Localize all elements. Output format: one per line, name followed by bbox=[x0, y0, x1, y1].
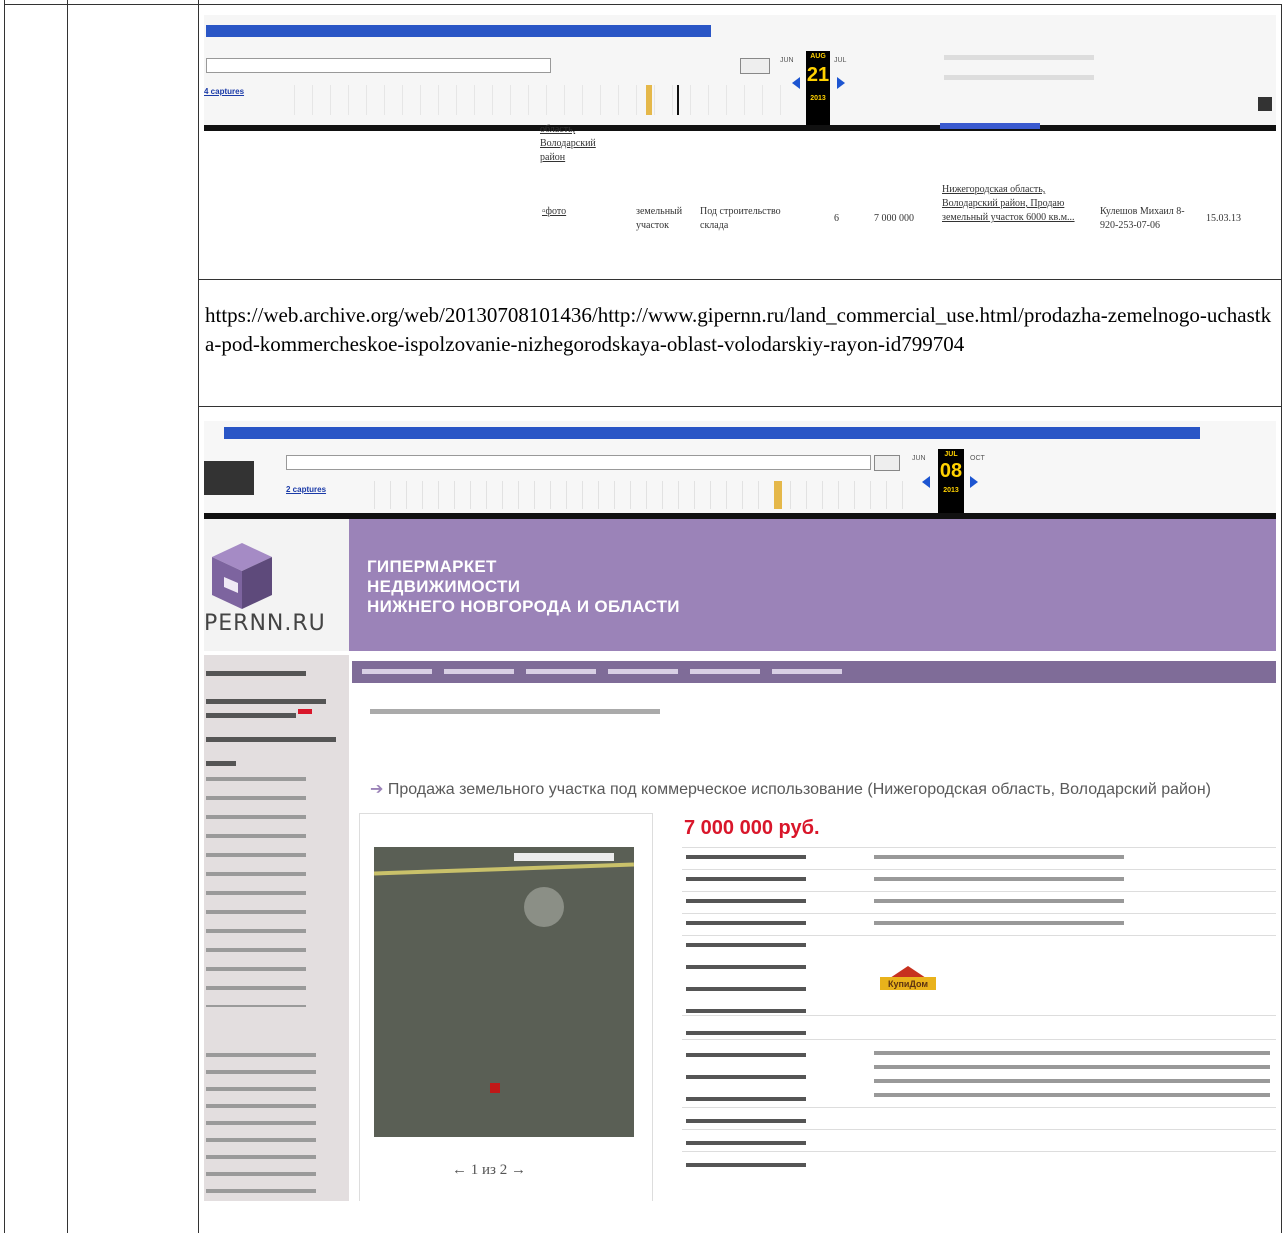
wayback-toolbar: 4 captures JUN JUL AUG 21 2013 bbox=[204, 15, 1276, 131]
wayback-toolbar: 2 captures JUN OCT JUL 08 2013 bbox=[204, 421, 1276, 519]
selected-url-highlight bbox=[224, 427, 1200, 439]
archive-screenshot-2: 2 captures JUN OCT JUL 08 2013 PERNN.RU … bbox=[204, 421, 1276, 1201]
listing-fragment-location[interactable]: область, Володарский район bbox=[540, 123, 620, 165]
row-separator bbox=[198, 279, 1282, 280]
timeline-capture-marker bbox=[646, 85, 652, 115]
close-toolbar-icon[interactable] bbox=[1258, 97, 1272, 111]
heading-text: Продажа земельного участка под коммерчес… bbox=[387, 781, 1211, 798]
banner-line-3: НИЖНЕГО НОВГОРОДА И ОБЛАСТИ bbox=[367, 597, 680, 616]
cal-year: 2013 bbox=[810, 95, 826, 102]
listing-purpose: Под строительство склада bbox=[700, 206, 781, 231]
map-road bbox=[374, 862, 634, 876]
cal-year: 2013 bbox=[943, 487, 959, 494]
heading-arrow-icon: ➔ bbox=[370, 781, 384, 798]
go-button[interactable] bbox=[874, 455, 900, 471]
listing-price: 7 000 000 bbox=[874, 213, 914, 224]
banner-title: ГИПЕРМАРКЕТ НЕДВИЖИМОСТИ НИЖНЕГО НОВГОРО… bbox=[367, 557, 680, 617]
logo-text: PERNN.RU bbox=[204, 611, 326, 636]
calendar-current-day: JUL 08 2013 bbox=[938, 449, 964, 513]
cal-current-month: AUG bbox=[810, 53, 826, 60]
banner-line-2: НЕДВИЖИМОСТИ bbox=[367, 577, 521, 596]
archive-screenshot-1: 4 captures JUN JUL AUG 21 2013 область, … bbox=[204, 15, 1276, 267]
prev-capture-arrow-icon[interactable] bbox=[792, 77, 800, 89]
sidebar-item[interactable] bbox=[206, 761, 236, 766]
cal-current-month: JUL bbox=[944, 451, 958, 458]
cube-logo-icon bbox=[212, 543, 272, 609]
table-right-border bbox=[1281, 4, 1282, 1233]
seller-logo[interactable]: КупиДом bbox=[874, 964, 942, 994]
site-logo[interactable]: PERNN.RU bbox=[204, 519, 349, 651]
sidebar-item[interactable] bbox=[206, 671, 306, 676]
satellite-map-image[interactable] bbox=[374, 847, 634, 1137]
photo-pager[interactable]: ← 1 из 2 → bbox=[452, 1162, 526, 1179]
selected-url-highlight bbox=[206, 25, 711, 37]
listing-contact: Кулешов Михаил 8-920-253-07-06 bbox=[1100, 206, 1185, 231]
listing-heading: ➔ Продажа земельного участка под коммерч… bbox=[370, 779, 1211, 799]
cal-day-number: 08 bbox=[939, 460, 963, 482]
sidebar-item[interactable] bbox=[206, 713, 296, 718]
cal-next-month[interactable]: OCT bbox=[970, 455, 985, 462]
listing-type: земельный участок bbox=[636, 206, 683, 231]
calendar-current-day: AUG 21 2013 bbox=[806, 51, 830, 125]
next-capture-arrow-icon[interactable] bbox=[837, 77, 845, 89]
details-labels bbox=[686, 847, 806, 1177]
archive-url-text: https://web.archive.org/web/201307081014… bbox=[205, 303, 1272, 356]
capture-timeline[interactable] bbox=[374, 481, 914, 509]
cal-next-month[interactable]: JUL bbox=[834, 57, 846, 64]
wayback-logo[interactable] bbox=[204, 461, 254, 495]
sidebar-subitems[interactable] bbox=[206, 777, 306, 1007]
breadcrumb[interactable] bbox=[370, 709, 660, 714]
details-values bbox=[874, 847, 1124, 937]
map-feature bbox=[524, 887, 564, 927]
map-plot-marker bbox=[490, 1083, 500, 1093]
fragment-link-underline bbox=[940, 123, 1040, 129]
captures-link[interactable]: 2 captures bbox=[286, 485, 326, 494]
banner-line-1: ГИПЕРМАРКЕТ bbox=[367, 557, 497, 576]
listing-photo-link[interactable]: ▫фото bbox=[542, 205, 612, 219]
cal-prev-month[interactable]: JUN bbox=[780, 57, 794, 64]
table-col-border-3 bbox=[198, 0, 199, 1233]
toolbar-faded-text bbox=[944, 75, 1094, 80]
listing-area: 6 bbox=[834, 213, 839, 224]
table-col-border-2 bbox=[67, 0, 68, 1233]
new-badge bbox=[298, 709, 312, 714]
sidebar-item[interactable] bbox=[206, 699, 326, 704]
wayback-url-field[interactable] bbox=[206, 58, 551, 73]
wayback-url-field[interactable] bbox=[286, 455, 871, 470]
details-description bbox=[874, 1043, 1270, 1099]
site-header-banner: ГИПЕРМАРКЕТ НЕДВИЖИМОСТИ НИЖНЕГО НОВГОРО… bbox=[349, 519, 1276, 651]
capture-timeline[interactable] bbox=[294, 85, 784, 115]
cal-prev-month[interactable]: JUN bbox=[912, 455, 926, 462]
table-col-border-1 bbox=[4, 0, 5, 1233]
go-button[interactable] bbox=[740, 58, 770, 74]
sidebar-item[interactable] bbox=[206, 737, 336, 742]
listing-date: 15.03.13 bbox=[1206, 213, 1241, 224]
next-capture-arrow-icon[interactable] bbox=[970, 476, 978, 488]
site-nav bbox=[352, 661, 1276, 683]
sidebar-menu bbox=[204, 655, 349, 1201]
cal-day-number: 21 bbox=[806, 64, 830, 86]
timeline-cursor bbox=[677, 85, 679, 115]
captures-link[interactable]: 4 captures bbox=[204, 87, 244, 96]
seller-logo-text: КупиДом bbox=[888, 979, 928, 989]
nav-items[interactable] bbox=[362, 669, 842, 674]
sidebar-subitems[interactable] bbox=[206, 1053, 316, 1201]
prev-capture-arrow-icon[interactable] bbox=[922, 476, 930, 488]
listing-location-link[interactable]: Нижегородская область, Володарский район… bbox=[942, 183, 1082, 225]
map-type-buttons[interactable] bbox=[514, 853, 614, 861]
timeline-capture-marker bbox=[774, 481, 782, 509]
row-separator bbox=[198, 406, 1282, 407]
table-top-border bbox=[4, 4, 1282, 5]
photo-label: фото bbox=[545, 206, 567, 217]
toolbar-faded-text bbox=[944, 55, 1094, 60]
listing-price: 7 000 000 руб. bbox=[684, 817, 820, 839]
